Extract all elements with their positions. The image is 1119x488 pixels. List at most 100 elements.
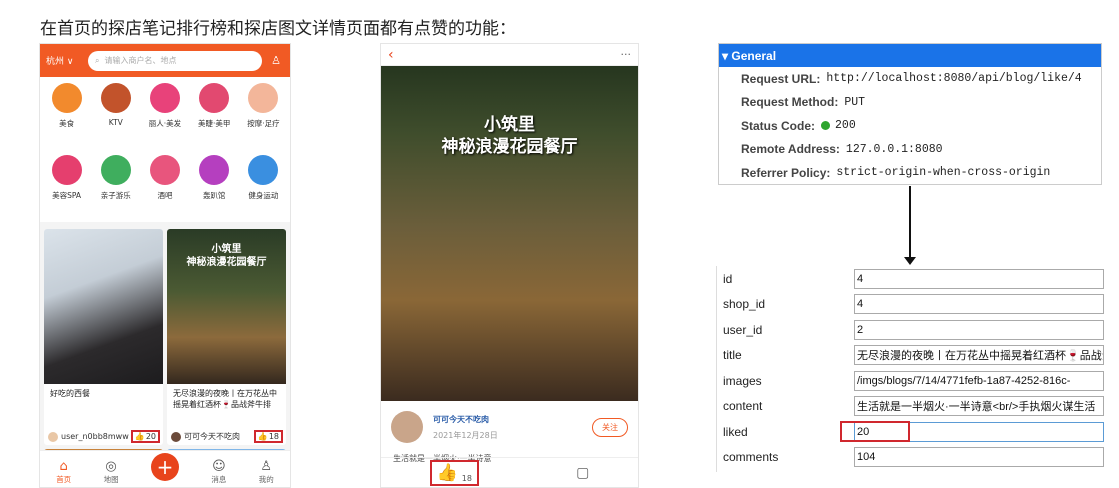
comment-icon[interactable]: ▢ bbox=[576, 465, 589, 481]
category-icon bbox=[100, 154, 131, 185]
note-title: 无尽浪漫的夜晚丨在万花丛中摇晃着红酒杯🍷品战斧牛排 bbox=[173, 389, 277, 409]
general-row: Referrer Policy: strict-origin-when-cross… bbox=[719, 161, 1101, 185]
category-icon bbox=[51, 83, 82, 113]
general-key: Remote Address: bbox=[741, 142, 840, 157]
card-poster-title-1: 小筑里 bbox=[211, 244, 242, 255]
note-footer: 可可今天不吃肉 👍 18 bbox=[171, 430, 283, 443]
db-record-form: id 4 shop_id 4 user_id 2 title 无尽浪漫的夜晚丨在万花丛中摇晃着… bbox=[716, 266, 1104, 472]
poster-title-line2: 神秘浪漫花园餐厅 bbox=[441, 137, 578, 157]
author-name[interactable]: 可可今天不吃肉 bbox=[433, 414, 498, 425]
tab-add[interactable]: + bbox=[150, 453, 179, 485]
thumbs-up-icon: 👍 bbox=[257, 432, 268, 441]
category-label: 轰趴馆 bbox=[202, 190, 226, 200]
category-icon bbox=[149, 83, 180, 113]
note-card[interactable]: 小筑里 神秘浪漫花园餐厅 无尽浪漫的夜晚丨在万花丛中摇晃着红酒杯🍷品战斧牛排 可… bbox=[167, 229, 286, 445]
general-key: Request URL: bbox=[741, 71, 821, 86]
like-button[interactable]: 👍 18 bbox=[429, 459, 479, 486]
category-label: 健身运动 bbox=[248, 190, 279, 200]
bottom-tab-bar: ⌂ 首页 ◎ 地图 + ☺ 消息 ♙ 我的 bbox=[40, 450, 290, 487]
note-image: 小筑里 神秘浪漫花园餐厅 bbox=[167, 229, 286, 384]
note-cover-image: 小筑里 神秘浪漫花园餐厅 bbox=[381, 66, 638, 401]
field-row-comments: comments 104 bbox=[717, 445, 1104, 471]
field-label: shop_id bbox=[723, 297, 766, 312]
category-icon bbox=[100, 83, 131, 113]
search-input[interactable]: ⌕ 请输入商户名、地点 bbox=[88, 50, 262, 71]
note-feed: 好吃的西餐 user_n0bb8mww 👍 20 小筑里 神秘浪漫花园餐厅 无尽… bbox=[40, 225, 290, 487]
field-value-id[interactable]: 4 bbox=[854, 268, 1104, 289]
profile-icon: ♙ bbox=[260, 459, 273, 474]
field-value-shop-id[interactable]: 4 bbox=[854, 294, 1104, 315]
category-icon bbox=[248, 154, 279, 185]
general-row: Remote Address: 127.0.0.1:8080 bbox=[719, 138, 1101, 162]
general-row: Request Method: PUT bbox=[719, 91, 1101, 115]
detail-header: ‹ ··· bbox=[381, 44, 638, 66]
field-value-images[interactable]: /imgs/blogs/7/14/4771fefb-1a87-4252-816c… bbox=[854, 370, 1104, 391]
category-icon bbox=[199, 154, 230, 185]
category-item[interactable]: 健身运动 bbox=[239, 154, 288, 221]
field-row-images: images/imgs/blogs/7/14/4771fefb-1a87-425… bbox=[717, 368, 1104, 394]
tab-label: 首页 bbox=[56, 475, 72, 484]
more-icon[interactable]: ··· bbox=[621, 48, 632, 61]
field-row-title: title 无尽浪漫的夜晚丨在万花丛中摇晃着红酒杯🍷品战斧 bbox=[717, 343, 1104, 369]
search-icon: ⌕ bbox=[95, 55, 100, 65]
category-label: 美睫·美甲 bbox=[198, 119, 231, 128]
field-label: user_id bbox=[723, 322, 763, 337]
city-selector[interactable]: 杭州 ∨ bbox=[46, 54, 82, 67]
category-label: 美食 bbox=[59, 119, 75, 128]
field-row-user-id: user_id 2 bbox=[717, 317, 1104, 343]
category-item[interactable]: 丽人·美发 bbox=[140, 83, 189, 149]
thumbs-up-icon: 👍 bbox=[436, 462, 458, 483]
general-key: Status Code: bbox=[741, 118, 816, 133]
home-icon: ⌂ bbox=[59, 459, 68, 474]
follow-button[interactable]: 关注 bbox=[592, 417, 628, 437]
back-icon[interactable]: ‹ bbox=[388, 47, 394, 63]
field-row-content: content 生活就是一半烟火·一半诗意<br/>手执烟火谋生活 bbox=[717, 394, 1104, 420]
general-key: Referrer Policy: bbox=[741, 165, 831, 180]
user-icon[interactable]: ♙ bbox=[268, 54, 284, 67]
category-item[interactable]: 按摩·足疗 bbox=[239, 83, 288, 149]
plus-icon: + bbox=[150, 453, 179, 481]
page-caption: 在首页的探店笔记排行榜和探店图文详情页面都有点赞的功能： bbox=[40, 19, 516, 39]
author-row: 可可今天不吃肉 2021年12月28日 关注 bbox=[381, 401, 638, 453]
field-label: comments bbox=[723, 450, 779, 465]
category-item[interactable]: KTV bbox=[91, 83, 140, 149]
avatar bbox=[171, 431, 181, 442]
like-button[interactable]: 👍 18 bbox=[253, 430, 283, 443]
category-item[interactable]: 美容SPA bbox=[42, 154, 91, 221]
tab-profile[interactable]: ♙ 我的 bbox=[259, 459, 274, 485]
note-card[interactable]: 好吃的西餐 user_n0bb8mww 👍 20 bbox=[44, 229, 163, 445]
field-value-user-id[interactable]: 2 bbox=[854, 319, 1104, 340]
category-item[interactable]: 美食 bbox=[42, 83, 91, 149]
category-item[interactable]: 亲子游乐 bbox=[91, 154, 140, 221]
avatar bbox=[48, 431, 58, 442]
category-item[interactable]: 美睫·美甲 bbox=[190, 83, 239, 149]
thumbs-up-icon: 👍 bbox=[134, 432, 145, 441]
devtools-general-panel: ▾ General Request URL: http://localhost:8… bbox=[718, 43, 1102, 185]
field-row-liked: liked 20 bbox=[717, 419, 1104, 445]
like-count: 18 bbox=[268, 432, 279, 441]
card-poster-title-2: 神秘浪漫花园餐厅 bbox=[186, 257, 267, 268]
message-icon: ☺ bbox=[212, 459, 226, 474]
liked-highlight-box bbox=[840, 421, 910, 442]
general-value: 200 bbox=[835, 119, 856, 133]
category-icon bbox=[248, 83, 279, 113]
field-value-comments[interactable]: 104 bbox=[854, 447, 1104, 468]
like-button[interactable]: 👍 20 bbox=[130, 430, 160, 443]
note-detail-screen: ‹ ··· 小筑里 神秘浪漫花园餐厅 可可今天不吃肉 2021年12月28日 关… bbox=[380, 43, 639, 488]
tab-map[interactable]: ◎ 地图 bbox=[104, 459, 119, 485]
avatar[interactable] bbox=[391, 411, 423, 443]
tab-home[interactable]: ⌂ 首页 bbox=[56, 459, 71, 485]
category-icon bbox=[51, 154, 82, 185]
general-value: strict-origin-when-cross-origin bbox=[836, 166, 1051, 180]
field-row-shop-id: shop_id 4 bbox=[717, 292, 1104, 318]
general-row: Status Code: 200 bbox=[719, 114, 1101, 138]
field-value-title[interactable]: 无尽浪漫的夜晚丨在万花丛中摇晃着红酒杯🍷品战斧 bbox=[854, 345, 1104, 366]
tab-message[interactable]: ☺ 消息 bbox=[211, 459, 226, 485]
field-label: id bbox=[723, 271, 733, 286]
general-section-toggle[interactable]: ▾ General bbox=[719, 44, 1101, 67]
category-item[interactable]: 轰趴馆 bbox=[190, 154, 239, 221]
category-item[interactable]: 酒吧 bbox=[140, 154, 189, 221]
field-value-content[interactable]: 生活就是一半烟火·一半诗意<br/>手执烟火谋生活 bbox=[854, 396, 1104, 417]
general-value: PUT bbox=[844, 95, 866, 109]
category-icon bbox=[149, 154, 180, 185]
